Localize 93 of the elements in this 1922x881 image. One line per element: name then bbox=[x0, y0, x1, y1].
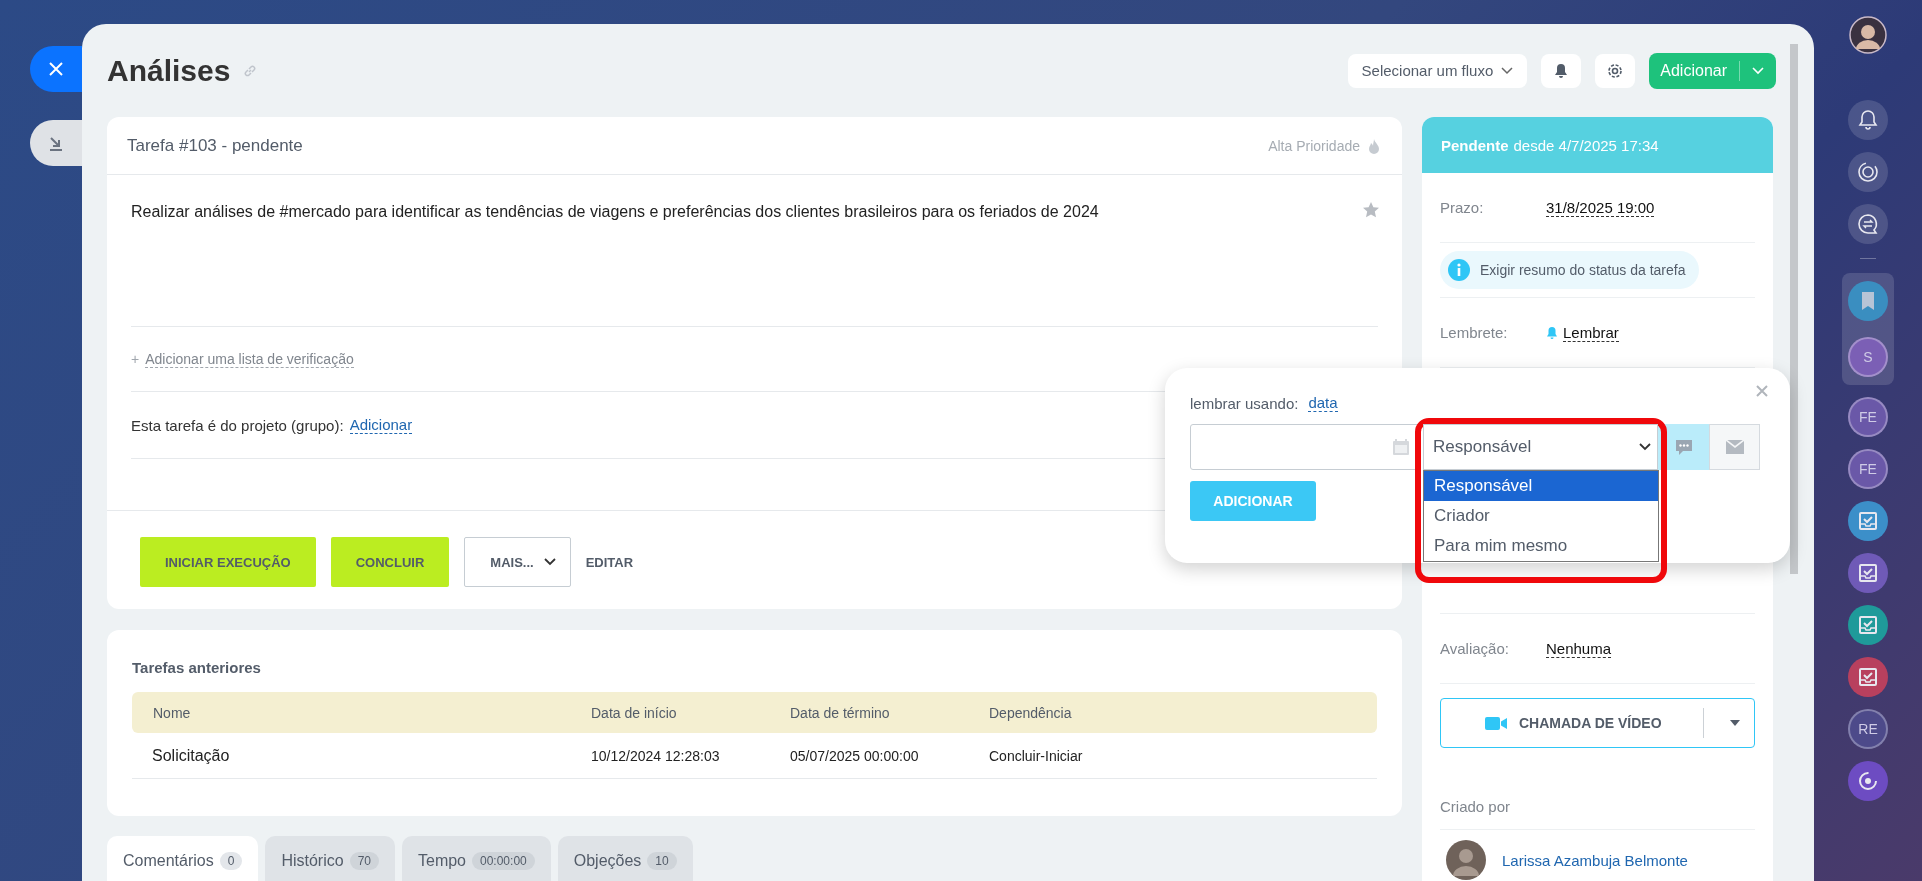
checklist-link[interactable]: Adicionar uma lista de verificação bbox=[145, 350, 354, 368]
mode-link[interactable]: data bbox=[1308, 394, 1338, 412]
settings-icon bbox=[1606, 61, 1625, 80]
task-rail-button[interactable] bbox=[1848, 605, 1888, 645]
checked-tray-icon bbox=[1858, 667, 1878, 687]
task-link[interactable]: Solicitação bbox=[132, 746, 591, 765]
date-input-field[interactable] bbox=[1190, 424, 1420, 470]
checked-tray-icon bbox=[1858, 615, 1878, 635]
page-title: Análises bbox=[107, 53, 231, 88]
settings-button[interactable] bbox=[1595, 53, 1636, 88]
count-badge: 00:00:00 bbox=[472, 852, 535, 870]
minimize-button[interactable] bbox=[30, 120, 82, 166]
bell-icon bbox=[1858, 109, 1878, 131]
star-icon[interactable] bbox=[1362, 201, 1380, 219]
notifications-rail-button[interactable] bbox=[1848, 100, 1888, 140]
scrollbar[interactable] bbox=[1790, 44, 1798, 574]
bookmark-icon bbox=[1860, 291, 1876, 311]
envelope-icon bbox=[1725, 440, 1744, 454]
count-badge: 0 bbox=[219, 852, 243, 870]
deadline-value[interactable]: 31/8/2025 19:00 bbox=[1546, 198, 1655, 217]
remind-link[interactable]: Lembrar bbox=[1563, 323, 1619, 342]
rating-value[interactable]: Nenhuma bbox=[1546, 639, 1612, 658]
checked-tray-icon bbox=[1858, 511, 1878, 531]
task-rail-button[interactable] bbox=[1848, 501, 1888, 541]
swirl-icon bbox=[1857, 770, 1879, 792]
tab[interactable]: Objeções 10 bbox=[557, 836, 693, 881]
arrow-down-right-icon bbox=[48, 135, 64, 151]
calendar-icon bbox=[1392, 438, 1411, 456]
avatar-icon[interactable] bbox=[1849, 16, 1887, 54]
video-call-button[interactable]: CHAMADA DE VÍDEO bbox=[1440, 698, 1755, 748]
status-summary-toggle[interactable]: Exigir resumo do status da tarefa bbox=[1440, 251, 1700, 289]
column-header: Data de início bbox=[591, 704, 678, 721]
status-header: Pendente desde 4/7/2025 17:34 bbox=[1422, 117, 1773, 173]
info-icon bbox=[1448, 259, 1470, 281]
spiral-icon bbox=[1857, 161, 1879, 183]
table-cell-text: 10/12/2024 12:28:03 bbox=[591, 747, 721, 764]
edit-link[interactable]: EDITAR bbox=[585, 537, 634, 587]
caret-icon bbox=[1730, 720, 1740, 726]
dropdown-option[interactable]: Responsável bbox=[1424, 471, 1659, 501]
action-button[interactable]: INICIAR EXECUÇÃO bbox=[140, 537, 316, 587]
user-avatar[interactable]: RE bbox=[1848, 709, 1888, 749]
chevron-down-icon bbox=[1639, 443, 1651, 451]
project-add-link[interactable]: Adicionar bbox=[349, 416, 413, 434]
column-header: Data de término bbox=[790, 704, 891, 721]
field-label: Avaliação: bbox=[1440, 640, 1510, 657]
bookmark-rail-button[interactable] bbox=[1848, 281, 1888, 321]
assistant-rail-button[interactable] bbox=[1848, 761, 1888, 801]
user-avatar[interactable]: FE bbox=[1848, 397, 1888, 437]
task-header: Tarefa #103 - pendente bbox=[127, 135, 304, 156]
chat-bubble-icon bbox=[1674, 438, 1693, 456]
notification-button[interactable] bbox=[1541, 53, 1582, 88]
user-avatar[interactable]: FE bbox=[1848, 449, 1888, 489]
tab[interactable]: Comentários 0 bbox=[107, 836, 259, 881]
bell-icon bbox=[1546, 326, 1558, 339]
field-label: Lembrete: bbox=[1440, 324, 1509, 341]
chevron-down-icon bbox=[1501, 66, 1514, 75]
chevron-down-icon bbox=[543, 558, 556, 566]
close-icon bbox=[48, 61, 64, 77]
column-header: Nome bbox=[152, 704, 192, 721]
table-cell-text: 05/07/2025 00:00:00 bbox=[790, 747, 920, 764]
group-avatar[interactable]: S bbox=[1848, 337, 1888, 377]
task-rail-button[interactable] bbox=[1848, 553, 1888, 593]
creator-link[interactable]: Larissa Azambuja Belmonte bbox=[1502, 851, 1688, 869]
chevron-down-icon bbox=[1752, 66, 1764, 75]
action-button[interactable]: CONCLUIR bbox=[330, 537, 450, 587]
count-badge: 10 bbox=[647, 852, 677, 870]
plus-sign: + bbox=[131, 351, 140, 367]
table-cell: Concluir-Iniciar bbox=[989, 747, 1083, 764]
reminder-mode-label: lembrar usando: bbox=[1190, 394, 1299, 412]
email-toggle[interactable] bbox=[1709, 424, 1760, 470]
tab[interactable]: Histórico 70 bbox=[265, 836, 395, 881]
column-header: Dependência bbox=[989, 704, 1072, 721]
chat-rail-button[interactable] bbox=[1848, 204, 1888, 244]
video-camera-icon bbox=[1485, 716, 1507, 730]
bell-icon bbox=[1554, 62, 1569, 79]
more-button[interactable]: MAIS... bbox=[464, 537, 571, 587]
section-title: Tarefas anteriores bbox=[132, 658, 262, 678]
task-description: Realizar análises de #mercado para identificar as tendências de viagens e preferências dos clientes brasileiros para os feriados de 2024 bbox=[131, 202, 1099, 222]
checked-tray-icon bbox=[1858, 563, 1878, 583]
avatar-icon bbox=[1446, 840, 1486, 880]
dropdown-option[interactable]: Criador bbox=[1424, 501, 1659, 531]
tab[interactable]: Tempo 00:00:00 bbox=[402, 836, 551, 881]
project-label: Esta tarefa é do projeto (grupo): bbox=[131, 416, 344, 434]
field-label: Criado por bbox=[1440, 797, 1512, 817]
recipient-select[interactable]: Responsável bbox=[1423, 424, 1658, 470]
field-label: Prazo: bbox=[1440, 199, 1485, 216]
task-rail-button[interactable] bbox=[1848, 657, 1888, 697]
count-badge: 70 bbox=[349, 852, 379, 870]
activity-rail-button[interactable] bbox=[1848, 152, 1888, 192]
close-button[interactable] bbox=[30, 46, 82, 92]
flow-select[interactable]: Selecionar um fluxo bbox=[1347, 53, 1528, 88]
dropdown-option[interactable]: Para mim mesmo bbox=[1424, 531, 1659, 561]
chat-arrows-icon bbox=[1857, 213, 1879, 235]
